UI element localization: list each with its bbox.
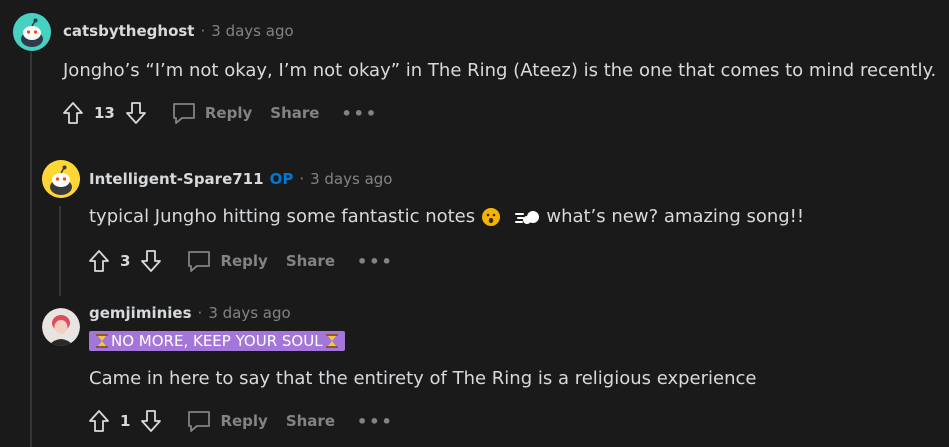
share-button[interactable]: Share bbox=[286, 252, 335, 270]
avatar[interactable] bbox=[13, 13, 51, 51]
share-label: Share bbox=[285, 412, 336, 430]
reply-label: Reply bbox=[204, 104, 253, 122]
avatar[interactable] bbox=[42, 160, 80, 198]
separator-dot: · bbox=[200, 22, 206, 40]
username[interactable]: catsbytheghost bbox=[63, 22, 194, 40]
more-options-button[interactable]: ••• bbox=[341, 104, 378, 123]
flair-text: NO MORE, KEEP YOUR SOUL bbox=[111, 332, 323, 350]
downvote-icon[interactable] bbox=[138, 248, 164, 274]
upvote-icon[interactable] bbox=[86, 248, 112, 274]
username[interactable]: Intelligent-Spare711 bbox=[89, 170, 264, 188]
timestamp[interactable]: 3 days ago bbox=[310, 170, 392, 188]
dashing-away-icon bbox=[514, 211, 539, 224]
vote-score: 3 bbox=[120, 252, 131, 270]
comment-bubble-icon bbox=[188, 251, 211, 272]
comment-meta: gemjiminies · 3 days ago bbox=[89, 304, 291, 322]
timestamp[interactable]: 3 days ago bbox=[208, 304, 290, 322]
hourglass-icon bbox=[325, 334, 338, 348]
op-badge: OP bbox=[269, 170, 294, 188]
username[interactable]: gemjiminies bbox=[89, 304, 192, 322]
downvote-icon[interactable] bbox=[138, 408, 164, 434]
vote-score: 13 bbox=[94, 104, 115, 122]
comment-bubble-icon bbox=[188, 411, 211, 432]
comment-actions: 1 Reply Share ••• bbox=[86, 408, 394, 434]
comment-actions: 3 Reply Share ••• bbox=[86, 248, 394, 274]
share-label: Share bbox=[285, 252, 336, 270]
share-label: Share bbox=[270, 104, 320, 122]
user-photo-icon bbox=[42, 308, 80, 346]
share-button[interactable]: Share bbox=[270, 104, 319, 122]
reply-button[interactable]: Reply bbox=[171, 101, 252, 125]
reply-button[interactable]: Reply bbox=[186, 249, 268, 273]
user-flair: NO MORE, KEEP YOUR SOUL bbox=[89, 331, 345, 351]
snoo-avatar-icon bbox=[13, 13, 51, 51]
snoo-avatar-icon bbox=[42, 160, 80, 198]
comment-body-part1: typical Jungho hitting some fantastic no… bbox=[89, 206, 476, 227]
comment-body-part2: what’s new? amazing song!! bbox=[546, 206, 805, 227]
comment-body: Jongho’s “I’m not okay, I’m not okay” in… bbox=[63, 60, 937, 81]
thread-line-root[interactable] bbox=[30, 52, 32, 447]
upvote-icon[interactable] bbox=[86, 408, 112, 434]
comment-body: typical Jungho hitting some fantastic no… bbox=[89, 206, 804, 227]
comment-body: Came in here to say that the entirety of… bbox=[89, 368, 757, 389]
vote-score: 1 bbox=[120, 412, 131, 430]
comment-meta: Intelligent-Spare711 OP · 3 days ago bbox=[89, 170, 392, 188]
hourglass-icon bbox=[96, 334, 108, 348]
separator-dot: · bbox=[197, 304, 203, 322]
surprised-face-icon bbox=[481, 208, 500, 226]
comment-actions: 13 Reply Share ••• bbox=[60, 100, 378, 126]
comment-meta: catsbytheghost · 3 days ago bbox=[63, 22, 294, 40]
thread-line-reply[interactable] bbox=[59, 206, 61, 296]
share-button[interactable]: Share bbox=[286, 412, 335, 430]
comment-bubble-icon bbox=[172, 103, 195, 124]
avatar[interactable] bbox=[42, 308, 80, 346]
downvote-icon[interactable] bbox=[123, 100, 149, 126]
more-options-button[interactable]: ••• bbox=[357, 412, 394, 431]
upvote-icon[interactable] bbox=[60, 100, 86, 126]
reply-label: Reply bbox=[220, 412, 268, 430]
reply-button[interactable]: Reply bbox=[186, 409, 268, 433]
reply-label: Reply bbox=[220, 252, 268, 270]
separator-dot: · bbox=[299, 170, 305, 188]
timestamp[interactable]: 3 days ago bbox=[211, 22, 293, 40]
more-options-button[interactable]: ••• bbox=[357, 252, 394, 271]
